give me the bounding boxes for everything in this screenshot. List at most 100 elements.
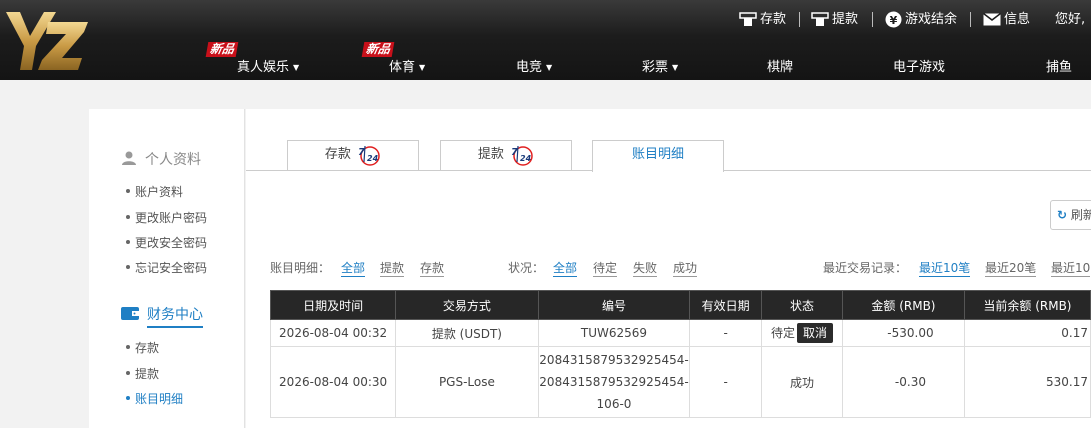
refresh-label: 刷新 <box>1070 208 1091 222</box>
nav-label: 真人娱乐 <box>237 60 290 75</box>
cell-datetime: 2026-08-04 00:30 <box>269 346 397 418</box>
nav-slots[interactable]: 电子游戏 <box>893 56 945 75</box>
sidebar-item-account-info[interactable]: 账户资料 <box>125 183 183 200</box>
caret-down-icon: ▼ <box>419 63 426 72</box>
quick-withdraw-label: 提款 <box>832 12 859 27</box>
caret-down-icon: ▼ <box>546 63 553 72</box>
quick-deposit-link[interactable]: 存款 <box>739 10 786 30</box>
yz-logo[interactable] <box>4 8 88 74</box>
quick-divider <box>872 12 873 27</box>
profile-section-title: 个人资料 <box>145 152 201 168</box>
new-badge: 新品 <box>205 42 239 57</box>
nav-fishing[interactable]: 捕鱼 <box>1046 56 1072 75</box>
sidebar-item-forgot-security-password[interactable]: 忘记安全密码 <box>125 259 207 276</box>
quick-messages-link[interactable]: 信息 <box>983 10 1030 30</box>
ref-line: 106-0 <box>596 397 632 411</box>
quick-deposit-label: 存款 <box>760 12 787 27</box>
filter-status-success[interactable]: 成功 <box>673 259 698 277</box>
cell-amount: -0.30 <box>842 346 965 418</box>
quick-messages-label: 信息 <box>1004 12 1031 27</box>
filter-type-all[interactable]: 全部 <box>341 259 366 277</box>
filter-status-label: 状况： <box>508 261 545 275</box>
envelope-icon <box>983 13 1001 26</box>
column-header: 状态 <box>760 290 844 320</box>
cell-valid-date: - <box>689 319 762 347</box>
column-header: 金额 (RMB) <box>842 290 965 320</box>
greeting-text: 您好, <box>1055 12 1086 27</box>
sidebar-item-deposit[interactable]: 存款 <box>125 339 159 356</box>
tab-statement-label: 账目明细 <box>631 147 684 162</box>
nav-label: 电子游戏 <box>893 60 946 75</box>
table-row: 2026-08-04 00:32 提款 (USDT) TUW62569 - 待定… <box>269 319 1091 347</box>
sidebar-item-change-security-password[interactable]: 更改安全密码 <box>125 234 207 251</box>
caret-down-icon: ▼ <box>672 63 679 72</box>
main-panel: 存款 724 提款 724 账目明细 ↻ 刷新 账目明细： 全部 提款 存款 状… <box>246 109 1091 428</box>
table-header-row: 日期及时间 交易方式 编号 有效日期 状态 金额 (RMB) 当前余额 (RMB… <box>269 290 1091 320</box>
filter-type-label: 账目明细： <box>270 261 331 275</box>
cell-method: 提款 (USDT) <box>395 319 539 347</box>
table-row: 2026-08-04 00:30 PGS-Lose 20843158795329… <box>269 346 1091 418</box>
profile-section-header[interactable]: 个人资料 <box>121 149 201 169</box>
filter-recent-20[interactable]: 最近20笔 <box>985 259 1037 277</box>
24-7-service-icon: 724 <box>511 145 533 166</box>
filter-status-pending[interactable]: 待定 <box>593 259 618 277</box>
column-header: 日期及时间 <box>269 290 397 320</box>
wallet-icon <box>121 307 139 320</box>
filter-recent-label: 最近交易记录： <box>823 261 908 275</box>
filter-status-failed[interactable]: 失败 <box>633 259 658 277</box>
top-header: 存款 提款 ¥ 游戏结余 信息 您好, 新品 真人娱乐 ▼ 新品 体育 ▼ 电竞 ▼ 彩… <box>0 0 1091 80</box>
nav-sports[interactable]: 体育 ▼ <box>389 56 425 75</box>
svg-text:24: 24 <box>520 154 532 163</box>
sidebar-item-change-password[interactable]: 更改账户密码 <box>125 209 207 226</box>
nav-label: 电竞 <box>516 60 543 75</box>
tab-deposit[interactable]: 存款 7 24 <box>287 140 419 170</box>
filter-recent-more[interactable]: 最近10 <box>1051 259 1091 277</box>
24-7-service-icon: 724 <box>358 145 380 166</box>
cell-amount: -530.00 <box>842 319 965 347</box>
nav-label: 体育 <box>389 60 416 75</box>
quick-divider <box>799 12 800 27</box>
sidebar-item-statement[interactable]: 账目明细 <box>125 390 183 407</box>
filter-type-withdraw[interactable]: 提款 <box>380 259 405 277</box>
cell-status: 成功 <box>760 346 844 418</box>
ref-line: 2084315879532925454- <box>539 375 689 389</box>
cancel-button[interactable]: 取消 <box>796 323 833 343</box>
nav-live-casino[interactable]: 真人娱乐 ▼ <box>237 56 299 75</box>
tab-deposit-label: 存款 <box>324 147 351 162</box>
ref-line: 2084315879532925454- <box>539 353 689 367</box>
tab-statement[interactable]: 账目明细 <box>592 140 724 172</box>
cell-balance: 0.17 <box>963 319 1091 347</box>
quick-settle-label: 游戏结余 <box>905 12 958 27</box>
nav-label: 捕鱼 <box>1046 60 1073 75</box>
quick-divider <box>970 12 971 27</box>
cell-balance: 530.17 <box>963 346 1091 418</box>
tab-withdraw-label: 提款 <box>477 147 504 162</box>
cell-status: 待定 取消 <box>760 319 844 347</box>
tab-withdraw[interactable]: 提款 7 24 <box>440 140 572 170</box>
cell-ref: TUW62569 <box>537 319 691 347</box>
filter-recent-10[interactable]: 最近10笔 <box>919 259 971 277</box>
filter-type-deposit[interactable]: 存款 <box>420 259 445 277</box>
quick-settle-link[interactable]: ¥ 游戏结余 <box>885 10 957 30</box>
nav-chess[interactable]: 棋牌 <box>767 56 793 75</box>
finance-section-title: 财务中心 <box>147 307 203 328</box>
account-sidebar: 个人资料 账户资料 更改账户密码 更改安全密码 忘记安全密码 财务中心 存款 提… <box>89 109 245 428</box>
filter-status-all[interactable]: 全部 <box>553 259 578 277</box>
svg-text:¥: ¥ <box>890 14 898 27</box>
nav-label: 彩票 <box>642 60 669 75</box>
sidebar-item-withdraw[interactable]: 提款 <box>125 365 159 382</box>
nav-esports[interactable]: 电竞 ▼ <box>516 56 552 75</box>
nav-label: 棋牌 <box>767 60 794 75</box>
cell-valid-date: - <box>689 346 762 418</box>
nav-lottery[interactable]: 彩票 ▼ <box>642 56 678 75</box>
column-header: 有效日期 <box>689 290 762 320</box>
new-badge: 新品 <box>361 42 395 57</box>
column-header: 当前余额 (RMB) <box>963 290 1091 320</box>
refresh-button[interactable]: ↻ 刷新 <box>1050 200 1091 230</box>
finance-section-header[interactable]: 财务中心 <box>121 304 203 328</box>
withdraw-icon <box>811 12 829 26</box>
quick-withdraw-link[interactable]: 提款 <box>811 10 858 30</box>
statement-table: 日期及时间 交易方式 编号 有效日期 状态 金额 (RMB) 当前余额 (RMB… <box>269 290 1091 418</box>
yuan-coin-icon: ¥ <box>885 11 902 28</box>
column-header: 编号 <box>537 290 691 320</box>
